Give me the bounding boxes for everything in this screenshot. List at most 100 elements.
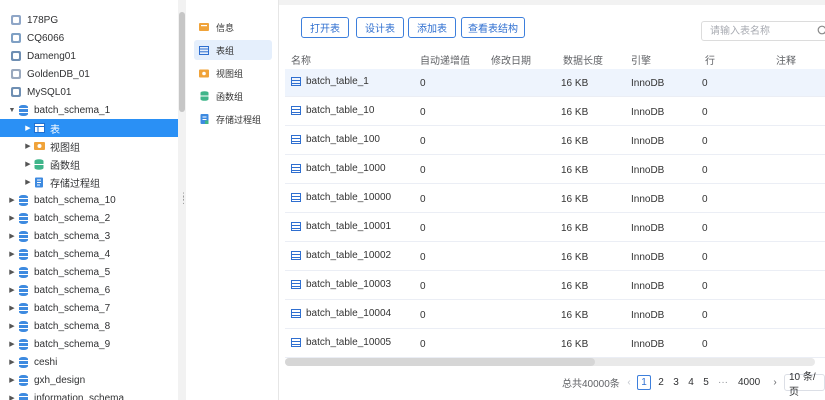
tree-item-label: batch_schema_8 — [34, 320, 111, 332]
tree-item-label: 函数组 — [50, 160, 80, 172]
table-row[interactable]: batch_table_100 0 16 KB InnoDB 0 — [285, 127, 825, 155]
prev-page-icon[interactable]: ‹ — [622, 375, 636, 390]
caret-right-icon[interactable]: ▶ — [7, 268, 17, 276]
tree-item-batch-schema-8[interactable]: ▶ batch_schema_8 — [0, 317, 185, 335]
row-count: 0 — [702, 194, 708, 205]
engine: InnoDB — [631, 223, 665, 234]
table-row[interactable]: batch_table_1000 0 16 KB InnoDB 0 — [285, 156, 825, 184]
table-search-input[interactable] — [701, 21, 825, 41]
engine: InnoDB — [631, 339, 665, 350]
tree-item-functions[interactable]: ▶ 函数组 — [0, 155, 186, 173]
tree-scrollbar-thumb[interactable] — [179, 12, 185, 112]
tree-item-178pg[interactable]: 178PG — [0, 11, 178, 29]
tree-item-goldendb01[interactable]: GoldenDB_01 — [0, 65, 178, 83]
category-functions[interactable]: 函数组 — [194, 86, 272, 106]
caret-right-icon[interactable]: ▶ — [23, 178, 33, 186]
tree-item-batch-schema-10[interactable]: ▶ batch_schema_10 — [0, 191, 185, 209]
connection-tree: 178PG CQ6066 Dameng01 GoldenDB_01 MySQL0… — [0, 0, 186, 400]
caret-right-icon[interactable]: ▶ — [7, 322, 17, 330]
caret-right-icon[interactable]: ▶ — [7, 196, 17, 204]
caret-right-icon[interactable]: ▶ — [7, 376, 17, 384]
next-page-icon[interactable]: › — [768, 375, 782, 390]
tree-item-batch-schema-4[interactable]: ▶ batch_schema_4 — [0, 245, 185, 263]
table-row[interactable]: batch_table_10 0 16 KB InnoDB 0 — [285, 98, 825, 126]
search-icon[interactable] — [817, 25, 825, 37]
tree-item-tables[interactable]: ▶ 表 — [0, 119, 186, 137]
tree-item-batch-schema-1[interactable]: ▼ batch_schema_1 — [0, 101, 185, 119]
table-name: batch_table_10002 — [306, 250, 392, 261]
tree-item-label: batch_schema_1 — [34, 104, 111, 116]
tree-item-views[interactable]: ▶ 视图组 — [0, 137, 186, 155]
horizontal-scrollbar-track[interactable] — [285, 358, 815, 366]
category-tables[interactable]: 表组 — [194, 40, 272, 60]
table-icon — [291, 106, 301, 115]
tree-item-batch-schema-9[interactable]: ▶ batch_schema_9 — [0, 335, 185, 353]
category-views[interactable]: 视图组 — [194, 63, 272, 83]
page-3[interactable]: 3 — [669, 375, 683, 390]
tree-item-batch-schema-3[interactable]: ▶ batch_schema_3 — [0, 227, 185, 245]
more-pages-icon[interactable]: ··· — [716, 375, 730, 390]
data-length: 16 KB — [561, 223, 589, 234]
table-icon — [291, 135, 301, 144]
view-folder-icon — [33, 140, 45, 152]
open-table-button[interactable]: 打开表 — [301, 17, 349, 38]
caret-down-icon[interactable]: ▼ — [7, 107, 17, 114]
caret-right-icon[interactable]: ▶ — [7, 394, 17, 400]
table-row[interactable]: batch_table_10005 0 16 KB InnoDB 0 — [285, 330, 825, 358]
tree-item-batch-schema-2[interactable]: ▶ batch_schema_2 — [0, 209, 185, 227]
tree-item-cq6066[interactable]: CQ6066 — [0, 29, 178, 47]
table-row[interactable]: batch_table_10003 0 16 KB InnoDB 0 — [285, 272, 825, 300]
page-1[interactable]: 1 — [637, 375, 651, 390]
tree-item-dameng01[interactable]: Dameng01 — [0, 47, 178, 65]
page-size-select[interactable]: 10 条/页 — [784, 372, 825, 398]
caret-right-icon[interactable]: ▶ — [7, 214, 17, 222]
caret-right-icon[interactable]: ▶ — [23, 160, 33, 168]
column-header-engine[interactable]: 引擎 — [631, 52, 651, 67]
caret-right-icon[interactable]: ▶ — [23, 142, 33, 150]
column-header-name[interactable]: 名称 — [291, 52, 311, 67]
table-row[interactable]: batch_table_10002 0 16 KB InnoDB 0 — [285, 243, 825, 271]
page-5[interactable]: 5 — [699, 375, 713, 390]
caret-right-icon[interactable]: ▶ — [7, 304, 17, 312]
tree-item-gxh-design[interactable]: ▶ gxh_design — [0, 371, 185, 389]
page-4[interactable]: 4 — [684, 375, 698, 390]
tree-item-batch-schema-7[interactable]: ▶ batch_schema_7 — [0, 299, 185, 317]
horizontal-scrollbar-thumb[interactable] — [285, 358, 595, 366]
view-structure-button[interactable]: 查看表结构 — [461, 17, 525, 38]
tree-item-batch-schema-6[interactable]: ▶ batch_schema_6 — [0, 281, 185, 299]
caret-right-icon[interactable]: ▶ — [7, 286, 17, 294]
tree-item-batch-schema-5[interactable]: ▶ batch_schema_5 — [0, 263, 185, 281]
table-row[interactable]: batch_table_10004 0 16 KB InnoDB 0 — [285, 301, 825, 329]
table-row[interactable]: batch_table_10001 0 16 KB InnoDB 0 — [285, 214, 825, 242]
tree-item-information-schema[interactable]: ▶ information_schema — [0, 389, 185, 400]
data-length: 16 KB — [561, 281, 589, 292]
row-count: 0 — [702, 252, 708, 263]
tree-item-mysql01[interactable]: MySQL01 — [0, 83, 178, 101]
caret-right-icon[interactable]: ▶ — [23, 124, 33, 132]
auto-increment-value: 0 — [420, 78, 426, 89]
table-row[interactable]: batch_table_10000 0 16 KB InnoDB 0 — [285, 185, 825, 213]
category-procedures[interactable]: 存储过程组 — [194, 109, 272, 129]
page-2[interactable]: 2 — [654, 375, 668, 390]
table-name: batch_table_1000 — [306, 163, 386, 174]
tree-item-procedures[interactable]: ▶ 存储过程组 — [0, 173, 186, 191]
splitter-handle-icon[interactable]: ⋮ ⋮ — [179, 192, 186, 206]
design-table-button[interactable]: 设计表 — [356, 17, 404, 38]
page-last[interactable]: 4000 — [738, 375, 760, 390]
column-header-rows[interactable]: 行 — [705, 52, 715, 67]
column-header-comment[interactable]: 注释 — [776, 52, 796, 67]
caret-right-icon[interactable]: ▶ — [7, 340, 17, 348]
auto-increment-value: 0 — [420, 136, 426, 147]
caret-right-icon[interactable]: ▶ — [7, 232, 17, 240]
column-header-modified-date[interactable]: 修改日期 — [491, 52, 531, 67]
table-row[interactable]: batch_table_1 0 16 KB InnoDB 0 — [285, 69, 825, 97]
tree-item-label: 表 — [50, 124, 60, 136]
tree-item-ceshi[interactable]: ▶ ceshi — [0, 353, 185, 371]
schema-icon — [17, 338, 29, 350]
caret-right-icon[interactable]: ▶ — [7, 358, 17, 366]
column-header-data-length[interactable]: 数据长度 — [563, 52, 603, 67]
column-header-auto-increment[interactable]: 自动递增值 — [420, 52, 470, 67]
caret-right-icon[interactable]: ▶ — [7, 250, 17, 258]
category-info[interactable]: 信息 — [194, 17, 272, 37]
add-table-button[interactable]: 添加表 — [408, 17, 456, 38]
